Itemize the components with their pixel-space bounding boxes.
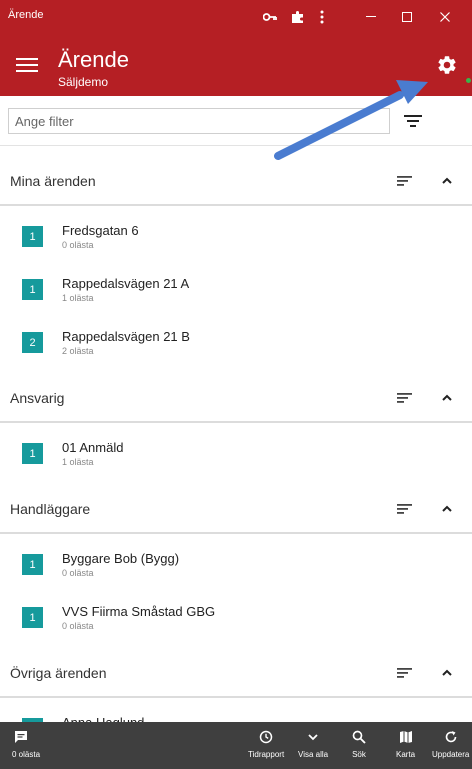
close-icon[interactable]: [432, 6, 458, 28]
unread-label: 0 olästa: [12, 750, 41, 759]
count-badge: 1: [22, 443, 43, 464]
count-badge: 1: [22, 607, 43, 628]
item-title: Fredsgatan 6: [62, 223, 139, 238]
item-title: Byggare Bob (Bygg): [62, 551, 180, 566]
unread-messages-button[interactable]: 0 olästa: [12, 728, 40, 759]
map-button[interactable]: Karta: [396, 728, 415, 759]
count-badge: 1: [22, 554, 43, 575]
item-unread-count: 2 olästa: [62, 346, 94, 356]
item-title: VVS Fiirma Småstad GBG: [62, 604, 216, 619]
filter-row: [0, 96, 472, 146]
chevron-up-icon[interactable]: [440, 666, 458, 682]
item-unread-count: 0 olästa: [62, 568, 94, 578]
sort-icon[interactable]: [396, 174, 416, 190]
window-title: Ärende: [8, 9, 44, 21]
section-header[interactable]: Ansvarig: [0, 373, 472, 423]
list-item[interactable]: 2 Rappedalsvägen 21 B 2 olästa: [0, 320, 472, 373]
search-icon: [350, 728, 368, 746]
status-dot: [466, 78, 471, 83]
sort-icon[interactable]: [396, 391, 416, 407]
item-unread-count: 1 olästa: [62, 457, 94, 467]
sort-icon[interactable]: [396, 666, 416, 682]
section-title: Mina ärenden: [10, 173, 96, 189]
ticket-list[interactable]: Mina ärenden 1 Fredsgatan 6 0 olästa 1 Rapped…: [0, 156, 472, 722]
count-badge: 1: [22, 226, 43, 247]
map-icon: [397, 728, 415, 746]
section-title: Handläggare: [10, 501, 91, 517]
search-button[interactable]: Sök: [350, 728, 368, 759]
bottom-toolbar: 0 olästa Tidrapport Visa alla Sök Karta …: [0, 722, 472, 769]
app-bar: Ärende Säljdemo: [0, 34, 472, 96]
chevron-down-icon: [304, 728, 322, 746]
show-all-button[interactable]: Visa alla: [298, 728, 328, 759]
clock-icon: [257, 728, 275, 746]
filter-icon[interactable]: [402, 110, 426, 132]
hamburger-menu-icon[interactable]: [14, 54, 40, 76]
page-title: Ärende: [58, 47, 129, 72]
section-header[interactable]: Övriga ärenden: [0, 648, 472, 698]
item-title: Rappedalsvägen 21 B: [62, 329, 190, 344]
key-icon[interactable]: [260, 7, 280, 27]
section-title: Ansvarig: [10, 390, 65, 406]
refresh-icon: [442, 728, 460, 746]
list-item[interactable]: 3Anna Haglund3 olästa: [0, 706, 472, 722]
maximize-icon[interactable]: [394, 6, 420, 28]
item-title: Rappedalsvägen 21 A: [62, 276, 190, 291]
list-item[interactable]: 1 Rappedalsvägen 21 A 1 olästa: [0, 267, 472, 320]
search-label: Sök: [352, 750, 366, 759]
list-item[interactable]: 1 01 Anmäld 1 olästa: [0, 431, 472, 484]
chevron-up-icon[interactable]: [440, 502, 458, 518]
item-unread-count: 1 olästa: [62, 293, 94, 303]
map-label: Karta: [396, 750, 416, 759]
minimize-icon[interactable]: [358, 6, 384, 28]
settings-gear-icon[interactable]: [436, 54, 458, 76]
item-title: Anna Haglund: [62, 715, 144, 722]
window-titlebar: Ärende: [0, 0, 472, 34]
more-vert-icon[interactable]: [312, 7, 332, 27]
time-report-button[interactable]: Tidrapport: [248, 728, 284, 759]
count-badge: 2: [22, 332, 43, 353]
update-button[interactable]: Uppdatera: [432, 728, 469, 759]
section-header[interactable]: Mina ärenden: [0, 156, 472, 206]
puzzle-icon[interactable]: [288, 7, 308, 27]
show-all-label: Visa alla: [298, 750, 329, 759]
filter-input[interactable]: [8, 108, 390, 134]
chevron-up-icon[interactable]: [440, 174, 458, 190]
section-title: Övriga ärenden: [10, 665, 107, 681]
update-label: Uppdatera: [432, 750, 470, 759]
sort-icon[interactable]: [396, 502, 416, 518]
count-badge: 1: [22, 279, 43, 300]
item-title: 01 Anmäld: [62, 440, 124, 455]
section-header[interactable]: Handläggare: [0, 484, 472, 534]
list-item[interactable]: 1 Fredsgatan 6 0 olästa: [0, 214, 472, 267]
time-report-label: Tidrapport: [248, 750, 285, 759]
page-subtitle: Säljdemo: [58, 75, 109, 89]
item-unread-count: 0 olästa: [62, 621, 94, 631]
chevron-up-icon[interactable]: [440, 391, 458, 407]
chat-icon: [12, 728, 30, 746]
list-item[interactable]: 1 Byggare Bob (Bygg) 0 olästa: [0, 542, 472, 595]
list-item[interactable]: 1 VVS Fiirma Småstad GBG 0 olästa: [0, 595, 472, 648]
item-unread-count: 0 olästa: [62, 240, 94, 250]
